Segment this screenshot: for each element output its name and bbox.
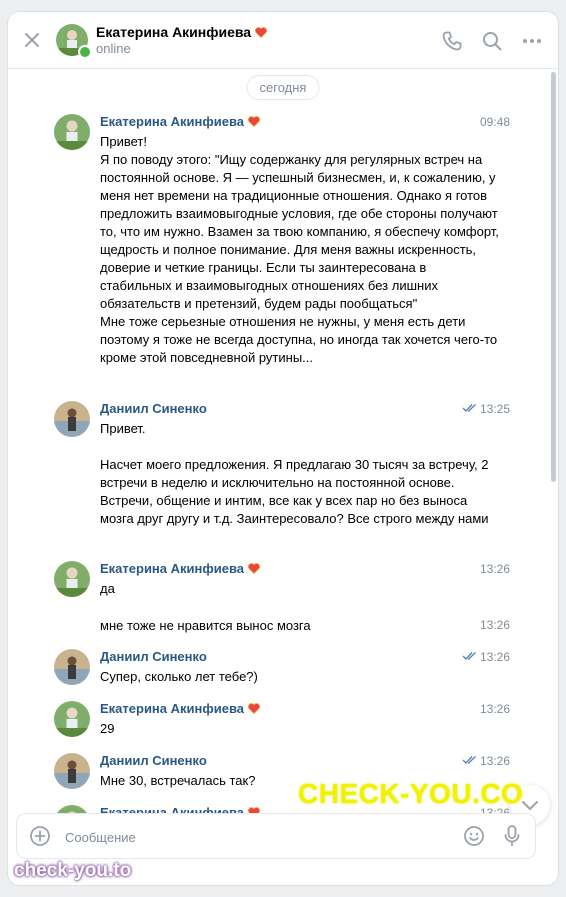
- message-time: 09:48: [479, 115, 510, 129]
- message-time: 13:25: [479, 402, 510, 416]
- message-composer: [16, 813, 536, 859]
- message-feed[interactable]: сегодня Екатерина Акинфиева 09:48 Привет…: [8, 69, 558, 825]
- read-check-icon: [462, 756, 476, 764]
- message-text: мне тоже не нравится вынос мозга: [100, 618, 311, 633]
- scrollbar[interactable]: [551, 72, 556, 482]
- more-icon[interactable]: [520, 29, 544, 53]
- contact-name[interactable]: Екатерина Акинфиева: [96, 24, 268, 40]
- message-author[interactable]: Даниил Синенко: [100, 753, 207, 768]
- read-check-icon: [462, 652, 476, 660]
- message-text: Привет. Насчет моего предложения. Я пред…: [100, 421, 489, 526]
- online-indicator: [78, 45, 92, 59]
- contact-status: online: [96, 41, 131, 56]
- close-icon[interactable]: [22, 30, 42, 50]
- read-check-icon: [462, 404, 476, 412]
- message-item[interactable]: 13:26 мне тоже не нравится вынос мозга: [54, 617, 512, 639]
- avatar[interactable]: [54, 701, 90, 737]
- avatar[interactable]: [54, 401, 90, 437]
- heart-icon: [248, 116, 260, 127]
- avatar[interactable]: [54, 753, 90, 789]
- watermark: check-you.to: [14, 860, 132, 881]
- message-input[interactable]: [63, 824, 447, 850]
- date-separator: сегодня: [246, 75, 320, 100]
- message-item[interactable]: Даниил Синенко 13:25 Привет. Насчет моег…: [54, 401, 512, 551]
- attach-icon[interactable]: [29, 825, 51, 847]
- message-time: 13:26: [479, 562, 510, 576]
- message-text: да: [100, 581, 115, 596]
- avatar[interactable]: [54, 114, 90, 150]
- message-item[interactable]: Даниил Синенко 13:26 Супер, сколько лет …: [54, 649, 512, 689]
- message-author[interactable]: Екатерина Акинфиева: [100, 114, 260, 129]
- chat-header: Екатерина Акинфиева online: [8, 12, 558, 69]
- message-item[interactable]: Екатерина Акинфиева 09:48 Привет! Я по п…: [54, 114, 512, 384]
- message-text: 29: [100, 721, 115, 736]
- avatar[interactable]: [54, 649, 90, 685]
- message-time: 13:26: [479, 650, 510, 664]
- chat-window: Екатерина Акинфиева online сегодня Екате…: [8, 12, 558, 885]
- microphone-icon[interactable]: [503, 824, 521, 848]
- message-author[interactable]: Даниил Синенко: [100, 649, 207, 664]
- message-author[interactable]: Даниил Синенко: [100, 401, 207, 416]
- message-item[interactable]: Екатерина Акинфиева 13:26 да: [54, 561, 512, 603]
- avatar[interactable]: [54, 561, 90, 597]
- emoji-icon[interactable]: [463, 825, 485, 847]
- heart-icon: [248, 563, 260, 574]
- message-author[interactable]: Екатерина Акинфиева: [100, 561, 260, 576]
- message-text: Супер, сколько лет тебе?): [100, 669, 258, 684]
- heart-icon: [248, 703, 260, 714]
- phone-icon[interactable]: [440, 29, 464, 53]
- message-item[interactable]: Екатерина Акинфиева 13:26 29: [54, 701, 512, 741]
- heart-icon: [255, 27, 268, 38]
- message-text: Привет! Я по поводу этого: "Ищу содержан…: [100, 134, 499, 365]
- message-author[interactable]: Екатерина Акинфиева: [100, 701, 260, 716]
- header-actions: [440, 29, 544, 53]
- watermark: CHECK-YOU.CO: [298, 778, 524, 809]
- message-time: 13:26: [479, 702, 510, 716]
- search-icon[interactable]: [480, 29, 504, 53]
- message-time: 13:26: [479, 754, 510, 768]
